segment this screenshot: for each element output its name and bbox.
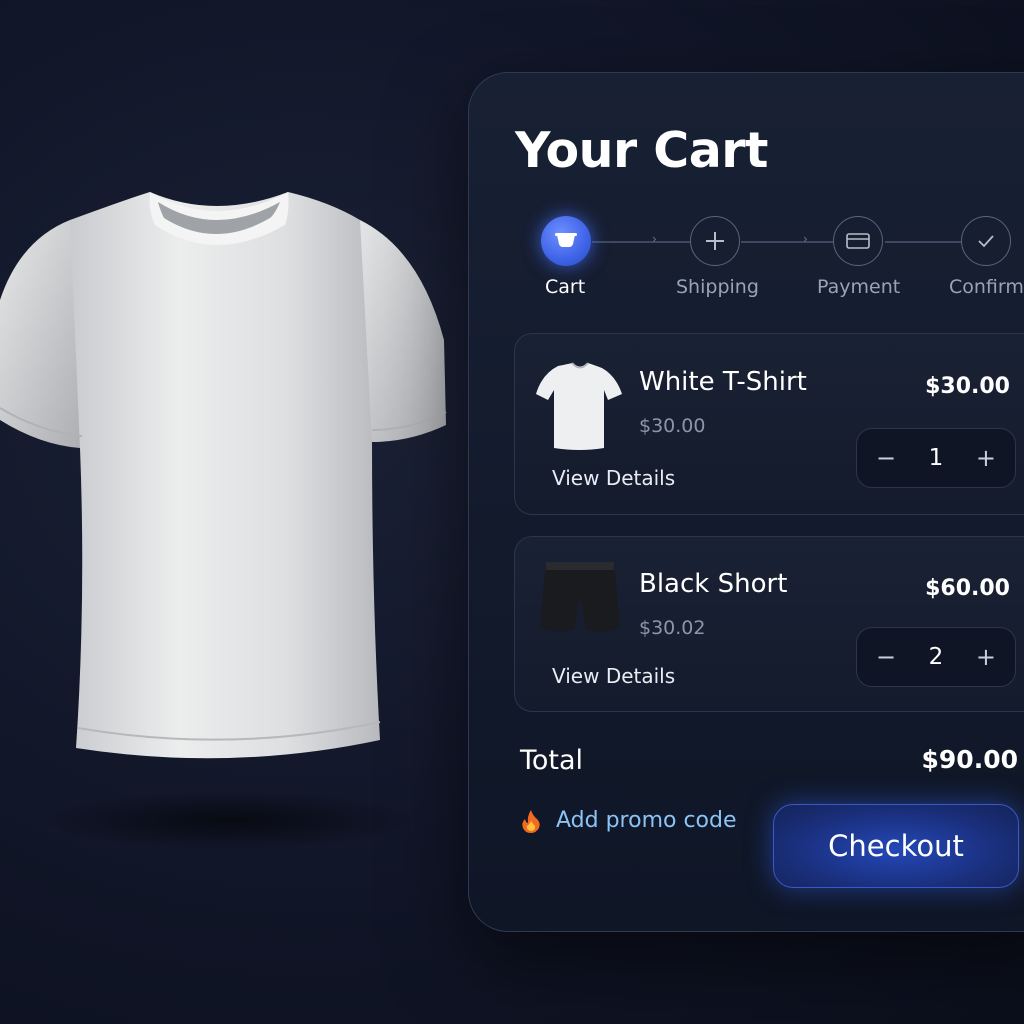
- quantity-value: 1: [928, 445, 944, 471]
- item-name: Black Short: [639, 569, 788, 599]
- step-payment-label: Payment: [817, 276, 901, 298]
- item-line-total: $60.00: [925, 576, 1010, 601]
- step-arrow-icon: ›: [803, 232, 808, 246]
- black-short-thumbnail: [540, 562, 620, 632]
- item-name: White T-Shirt: [639, 367, 807, 397]
- step-shipping[interactable]: [690, 216, 740, 266]
- step-connector: [741, 241, 833, 243]
- quantity-stepper: − 1 +: [856, 428, 1016, 488]
- hero-shadow: [40, 790, 420, 850]
- item-unit-price: $30.02: [639, 617, 706, 639]
- fire-icon: [522, 809, 540, 833]
- view-details-link[interactable]: View Details: [552, 466, 675, 490]
- step-confirm[interactable]: [961, 216, 1011, 266]
- step-payment[interactable]: [833, 216, 883, 266]
- check-icon: [978, 235, 994, 248]
- step-confirm-label: Confirm: [949, 276, 1024, 298]
- increase-quantity-button[interactable]: +: [975, 643, 997, 671]
- total-value: $90.00: [921, 745, 1018, 774]
- checkout-button[interactable]: Checkout: [773, 804, 1019, 888]
- product-showcase: Your Cart › › Cart Shipping Payment Conf…: [0, 0, 1024, 1024]
- card-icon: [846, 233, 870, 249]
- decrease-quantity-button[interactable]: −: [875, 444, 897, 472]
- quantity-value: 2: [928, 644, 944, 670]
- view-details-link[interactable]: View Details: [552, 664, 675, 688]
- step-shipping-label: Shipping: [676, 276, 759, 298]
- increase-quantity-button[interactable]: +: [975, 444, 997, 472]
- step-connector: [885, 241, 961, 243]
- step-cart-label: Cart: [545, 276, 586, 298]
- plus-icon: [706, 232, 724, 250]
- white-tshirt-thumbnail: [536, 362, 622, 450]
- decrease-quantity-button[interactable]: −: [875, 643, 897, 671]
- promo-code-link[interactable]: Add promo code: [520, 808, 737, 833]
- step-arrow-icon: ›: [652, 232, 657, 246]
- promo-code-label: Add promo code: [556, 808, 737, 833]
- cart-icon: [555, 233, 577, 247]
- quantity-stepper: − 2 +: [856, 627, 1016, 687]
- item-unit-price: $30.00: [639, 415, 706, 437]
- hero-tshirt-image: [0, 192, 447, 759]
- item-line-total: $30.00: [925, 374, 1010, 399]
- step-cart[interactable]: [541, 216, 591, 266]
- step-connector: [592, 241, 690, 243]
- total-label: Total: [520, 745, 584, 776]
- cart-title: Your Cart: [515, 122, 768, 179]
